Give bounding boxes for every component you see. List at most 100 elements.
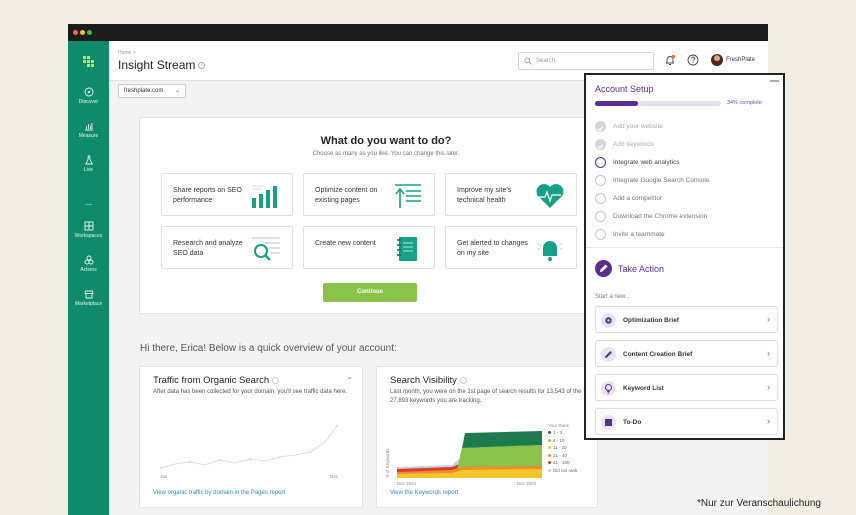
chevron-down-icon: ⌄ (174, 88, 180, 94)
pages-report-link[interactable]: View organic traffic by domain in the Pa… (153, 490, 285, 496)
x-axis-start-label: Jan (160, 474, 168, 479)
footnote: *Nur zur Veranschaulichung (697, 498, 821, 509)
setup-progress-fill (595, 101, 638, 106)
bar-chart-icon (84, 123, 93, 131)
traffic-placeholder-chart (160, 424, 339, 470)
option-get-alerted[interactable]: Get alerted to changes on my site (445, 226, 577, 269)
action-content-creation-brief[interactable]: Content Creation Brief › (595, 340, 778, 367)
legend-swatch (548, 468, 551, 472)
setup-step-label: Add keywords (613, 141, 654, 148)
legend-swatch (548, 431, 551, 435)
chevron-right-icon: › (767, 348, 770, 358)
legend-label: 1 - 3 (553, 430, 563, 435)
action-optimization-brief[interactable]: Optimization Brief › (595, 306, 778, 333)
setup-step[interactable]: Download the Chrome extension (595, 211, 780, 223)
domain-select-value: freshplate.com (124, 88, 164, 94)
action-keyword-list[interactable]: Keyword List › (595, 374, 778, 401)
sidebar-item-label: Actions (80, 267, 97, 273)
chevron-right-icon: › (767, 382, 770, 392)
account-setup-panel: Account Setup 34% complete Add your webs… (584, 73, 785, 440)
empty-circle-icon (595, 175, 606, 186)
info-icon[interactable] (272, 376, 280, 384)
setup-step-label: Invite a teammate (613, 231, 665, 238)
note-icon (601, 415, 616, 430)
sidebar-item-actions[interactable]: Actions (68, 255, 109, 273)
empty-circle-icon (595, 229, 606, 240)
sidebar-item-label: Discover (78, 99, 99, 105)
report-bars-icon (252, 185, 277, 208)
x-axis-start-label: Dec 2021 (397, 481, 417, 486)
pencil-icon (601, 347, 616, 362)
sidebar-item-discover[interactable]: Discover (68, 87, 109, 105)
traffic-card-title: Traffic from Organic Search (153, 375, 280, 386)
setup-step[interactable]: Add a competitor (595, 193, 780, 205)
gear-icon (601, 313, 616, 328)
legend-label: 41 - 100 (553, 460, 570, 465)
x-axis-end-label: Dec 2022 (517, 481, 537, 486)
chevron-right-icon: › (767, 416, 770, 426)
breadcrumb[interactable]: Home > (118, 50, 136, 56)
sidebar-item-label: Marketplace (74, 301, 103, 307)
avatar[interactable] (711, 54, 723, 66)
close-window-dot[interactable] (73, 30, 78, 35)
minimize-panel-button[interactable] (770, 80, 779, 82)
flask-icon (84, 155, 93, 165)
empty-circle-icon (595, 157, 606, 168)
option-research-seo[interactable]: Research and analyze SEO data (161, 226, 293, 269)
empty-circle-icon (595, 193, 606, 204)
sidebar-item-live[interactable]: Live (68, 155, 109, 173)
search-input[interactable]: Search (518, 52, 654, 70)
setup-step-label: Add a competitor (613, 195, 663, 202)
option-label: Improve my site's technical health (457, 187, 512, 204)
setup-step[interactable]: Add your website (595, 121, 780, 133)
sidebar-item-measure[interactable]: Measure (68, 121, 109, 139)
search-icon (524, 57, 532, 65)
info-icon[interactable] (459, 376, 467, 384)
search-placeholder: Search (536, 58, 556, 64)
notebook-icon (397, 237, 417, 261)
legend-swatch (548, 461, 551, 465)
help-icon[interactable] (687, 54, 699, 66)
option-label: Create new content (315, 240, 376, 247)
empty-circle-icon (595, 211, 606, 222)
sidebar-item-label: Live (83, 167, 94, 173)
traffic-card-title-text: Traffic from Organic Search (153, 375, 270, 386)
legend-entry: Did not rank (548, 468, 598, 476)
setup-step[interactable]: Integrate Google Search Console (595, 175, 780, 187)
store-icon (83, 290, 94, 299)
notification-bell-icon[interactable] (664, 54, 676, 66)
maximize-window-dot[interactable] (87, 30, 92, 35)
checkmark-icon (595, 121, 606, 132)
sidebar-item-marketplace[interactable]: Marketplace (68, 289, 109, 307)
sidebar-item-workspaces[interactable]: Workspaces (68, 221, 109, 239)
legend-swatch (548, 446, 551, 450)
setup-step-label: Add your website (613, 123, 663, 130)
start-new-label: Start a new... (595, 294, 631, 300)
take-action-pencil-icon (595, 260, 612, 277)
what-to-do-subtitle: Choose as many as you like. You can chan… (312, 151, 460, 157)
setup-step[interactable]: Invite a teammate (595, 229, 780, 241)
option-optimize-content[interactable]: Optimize content on existing pages (303, 173, 435, 216)
visibility-card-title-text: Search Visibility (390, 375, 457, 386)
user-name[interactable]: FreshPlate (726, 57, 755, 63)
optimize-content-icon (395, 184, 421, 208)
window-titlebar (68, 24, 768, 41)
chevron-down-icon[interactable]: ⌄ (346, 372, 353, 381)
domain-select[interactable]: freshplate.com ⌄ (118, 84, 186, 98)
option-share-reports[interactable]: Share reports on SEO performance (161, 173, 293, 216)
action-label: Content Creation Brief (623, 351, 693, 358)
keywords-report-link[interactable]: View the Keywords report (390, 490, 458, 496)
minimize-window-dot[interactable] (80, 30, 85, 35)
setup-step[interactable]: Integrate web analytics (595, 157, 780, 169)
app-logo[interactable] (83, 56, 94, 67)
action-label: To-Do (623, 419, 642, 426)
info-icon[interactable]: i (198, 62, 206, 70)
option-technical-health[interactable]: Improve my site's technical health (445, 173, 577, 216)
action-to-do[interactable]: To-Do › (595, 408, 778, 435)
legend-label: Did not rank (553, 467, 578, 473)
setup-step[interactable]: Add keywords (595, 139, 780, 151)
action-label: Keyword List (623, 385, 664, 392)
continue-button[interactable]: Continue (323, 283, 417, 302)
option-create-content[interactable]: Create new content (303, 226, 435, 269)
legend-label: 21 - 40 (553, 452, 568, 458)
